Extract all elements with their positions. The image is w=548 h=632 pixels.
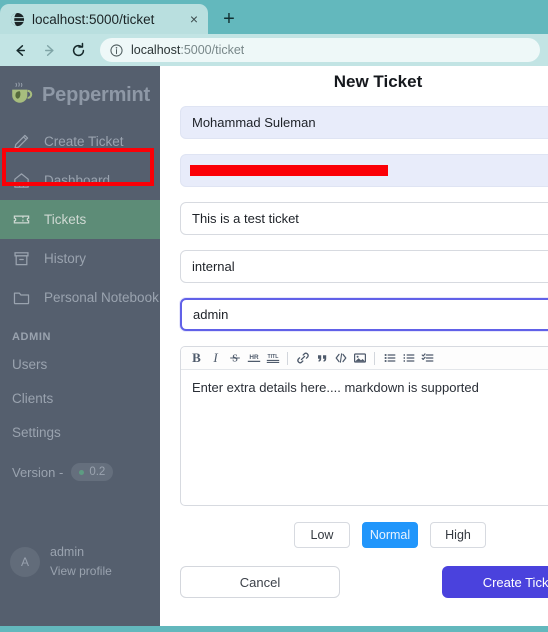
sidebar-item-dashboard[interactable]: Dashboard bbox=[0, 161, 160, 200]
code-icon[interactable] bbox=[331, 349, 350, 368]
version-badge: 0.2 bbox=[71, 463, 114, 481]
viewport-bottom-edge bbox=[0, 626, 548, 632]
title-icon[interactable]: TITL bbox=[263, 349, 282, 368]
client-name-field[interactable]: Mohammad Suleman bbox=[180, 106, 548, 139]
version-value: 0.2 bbox=[89, 466, 106, 478]
editor-placeholder: Enter extra details here.... markdown is… bbox=[192, 380, 479, 395]
sidebar-item-label: Settings bbox=[12, 424, 61, 440]
sidebar-admin-section-label: ADMIN bbox=[12, 331, 52, 343]
horizontal-rule-icon[interactable]: HR bbox=[244, 349, 263, 368]
sidebar-item-label: Clients bbox=[12, 390, 54, 406]
checklist-icon[interactable] bbox=[418, 349, 437, 368]
avatar: A bbox=[10, 546, 40, 577]
browser-window: localhost:5000/ticket × + localhost:5000… bbox=[0, 0, 548, 632]
browser-tab-title: localhost:5000/ticket bbox=[32, 11, 155, 27]
svg-text:TITL: TITL bbox=[267, 354, 279, 360]
back-icon[interactable] bbox=[8, 38, 32, 62]
client-email-field[interactable] bbox=[180, 154, 548, 187]
toolbar-divider bbox=[287, 351, 288, 365]
sidebar-item-label: Dashboard bbox=[44, 173, 111, 188]
view-profile-link[interactable]: View profile bbox=[50, 564, 112, 578]
sidebar-item-personal-notebook[interactable]: Personal Notebook bbox=[0, 278, 160, 317]
create-ticket-button[interactable]: Create Ticket bbox=[442, 566, 548, 598]
sidebar-item-clients[interactable]: Clients bbox=[0, 381, 160, 415]
reload-icon[interactable] bbox=[66, 38, 90, 62]
strikethrough-icon[interactable]: S bbox=[225, 349, 244, 368]
pencil-icon bbox=[12, 132, 31, 151]
sidebar-item-label: Personal Notebook bbox=[44, 290, 159, 305]
redaction-bar bbox=[190, 165, 388, 176]
cancel-button[interactable]: Cancel bbox=[180, 566, 340, 598]
browser-tab-active[interactable]: localhost:5000/ticket × bbox=[0, 4, 208, 34]
ticket-title-value: This is a test ticket bbox=[192, 211, 299, 226]
image-icon[interactable] bbox=[350, 349, 369, 368]
new-ticket-panel: New Ticket Mohammad Suleman This is a te… bbox=[160, 66, 548, 626]
form-footer: Cancel Create Ticket bbox=[180, 566, 548, 598]
version-label: Version - bbox=[12, 464, 64, 480]
italic-icon[interactable]: I bbox=[206, 349, 225, 368]
url-host: localhost bbox=[131, 43, 181, 57]
assignee-value: admin bbox=[193, 307, 229, 322]
archive-icon bbox=[12, 249, 31, 268]
toolbar-divider bbox=[374, 351, 375, 365]
sidebar-item-users[interactable]: Users bbox=[0, 347, 160, 381]
priority-option-high[interactable]: High bbox=[430, 522, 486, 548]
sidebar-item-label: Tickets bbox=[44, 212, 87, 227]
editor-textarea[interactable]: Enter extra details here.... markdown is… bbox=[181, 370, 548, 505]
app-viewport: Peppermint Create Ticket Dashboard Ticke… bbox=[0, 66, 548, 626]
close-icon[interactable]: × bbox=[186, 11, 202, 27]
markdown-editor: B I S HR TITL Enter extra details here..… bbox=[180, 346, 548, 506]
svg-text:HR: HR bbox=[249, 354, 259, 361]
forward-icon[interactable] bbox=[37, 38, 61, 62]
browser-tabstrip: localhost:5000/ticket × + bbox=[0, 0, 548, 34]
brand-logo[interactable]: Peppermint bbox=[0, 78, 160, 112]
info-circle-icon[interactable] bbox=[110, 43, 123, 57]
priority-selector: Low Normal High bbox=[180, 522, 548, 548]
peppermint-teacup-logo bbox=[8, 80, 38, 110]
sidebar-item-settings[interactable]: Settings bbox=[0, 415, 160, 449]
app-sidebar: Peppermint Create Ticket Dashboard Ticke… bbox=[0, 66, 160, 626]
home-icon bbox=[12, 171, 31, 190]
new-ticket-form: Mohammad Suleman This is a test ticket i… bbox=[160, 106, 548, 598]
profile-row[interactable]: A admin View profile bbox=[0, 545, 160, 578]
quote-icon[interactable] bbox=[312, 349, 331, 368]
bold-icon[interactable]: B bbox=[187, 349, 206, 368]
url-path: :5000/ticket bbox=[180, 43, 245, 57]
url-text: localhost:5000/ticket bbox=[131, 43, 244, 57]
priority-option-low[interactable]: Low bbox=[294, 522, 350, 548]
bullet-list-icon[interactable] bbox=[380, 349, 399, 368]
sidebar-item-tickets[interactable]: Tickets bbox=[0, 200, 160, 239]
brand-name: Peppermint bbox=[42, 83, 151, 106]
page-title: New Ticket bbox=[333, 72, 423, 91]
link-icon[interactable] bbox=[293, 349, 312, 368]
sidebar-item-label: History bbox=[44, 251, 87, 266]
ticket-title-field[interactable]: This is a test ticket bbox=[180, 202, 548, 235]
ticket-type-value: internal bbox=[192, 259, 235, 274]
editor-toolbar: B I S HR TITL bbox=[181, 347, 548, 370]
ticket-icon bbox=[12, 210, 31, 229]
ordered-list-icon[interactable] bbox=[399, 349, 418, 368]
status-dot-icon bbox=[79, 469, 85, 475]
ticket-type-field[interactable]: internal bbox=[180, 250, 548, 283]
url-input[interactable]: localhost:5000/ticket bbox=[100, 38, 540, 62]
svg-text:S: S bbox=[232, 354, 238, 365]
globe-icon bbox=[10, 12, 25, 27]
assignee-field[interactable]: admin bbox=[180, 298, 548, 331]
sidebar-item-label: Users bbox=[12, 356, 48, 372]
sidebar-item-create-ticket[interactable]: Create Ticket bbox=[0, 122, 160, 161]
folder-icon bbox=[12, 288, 31, 307]
version-row: Version - 0.2 bbox=[0, 463, 160, 481]
browser-toolbar: localhost:5000/ticket bbox=[0, 34, 548, 66]
profile-text: admin View profile bbox=[50, 545, 112, 578]
client-name-value: Mohammad Suleman bbox=[192, 115, 316, 130]
priority-option-normal[interactable]: Normal bbox=[362, 522, 418, 548]
sidebar-item-history[interactable]: History bbox=[0, 239, 160, 278]
profile-username: admin bbox=[50, 545, 85, 559]
sidebar-item-label: Create Ticket bbox=[44, 134, 124, 149]
new-tab-button[interactable]: + bbox=[214, 4, 244, 34]
